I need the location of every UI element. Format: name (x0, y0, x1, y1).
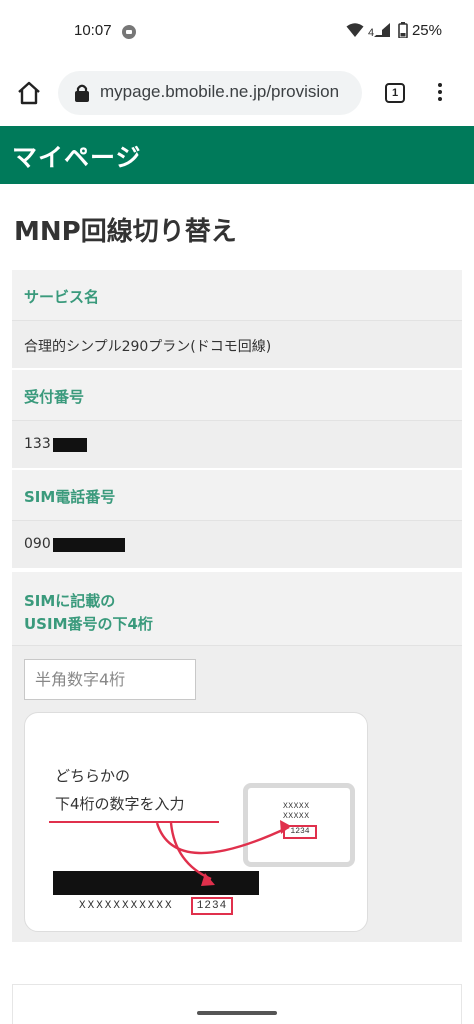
sim-phone-label-row: SIM電話番号 (12, 470, 462, 520)
sim-phone-value: 090 (24, 536, 51, 552)
status-bar: 10:07 4 25% (0, 0, 474, 62)
tab-switcher-button[interactable]: 1 (385, 83, 405, 103)
reception-number-label-row: 受付番号 (12, 370, 462, 420)
service-name-value: 合理的シンプル290プラン(ドコモ回線) (24, 339, 272, 355)
sim-phone-value-row: 090 (12, 520, 462, 568)
reception-number-label: 受付番号 (24, 388, 85, 406)
lock-icon (75, 84, 89, 102)
url-bar[interactable]: mypage.bmobile.ne.jp/provision (58, 71, 362, 115)
line-app-icon (122, 25, 136, 39)
next-section (12, 984, 462, 1024)
signal-icon: 4 (368, 23, 390, 38)
usim-last4-input[interactable] (24, 659, 196, 700)
page-title: MNP回線切り替え (14, 217, 237, 247)
usim-label-line2: USIM番号の下4桁 (24, 615, 153, 633)
usim-label-line1: SIMに記載の (24, 592, 116, 610)
reception-number-value: 133 (24, 436, 51, 452)
usim-label-row: SIMに記載の USIM番号の下4桁 (12, 572, 462, 645)
menu-icon[interactable] (435, 80, 445, 106)
status-icons: 4 25% (346, 20, 442, 40)
wifi-icon (346, 23, 364, 37)
redaction-block (53, 438, 87, 452)
svg-text:4: 4 (368, 27, 374, 38)
usim-guide-image: どちらかの 下4桁の数字を入力 XXXXX XXXXX 1234 XXXXXXX… (24, 712, 368, 932)
site-header: マイページ (0, 126, 474, 184)
redaction-block (53, 538, 125, 552)
sim-phone-label: SIM電話番号 (24, 488, 116, 506)
url-text: mypage.bmobile.ne.jp/provision (100, 82, 340, 101)
status-time: 10:07 (74, 22, 112, 39)
usim-input-area: どちらかの 下4桁の数字を入力 XXXXX XXXXX 1234 XXXXXXX… (12, 645, 462, 942)
reception-number-value-row: 133 (12, 420, 462, 468)
service-name-label: サービス名 (24, 288, 100, 306)
browser-toolbar: mypage.bmobile.ne.jp/provision 1 (0, 62, 474, 124)
gesture-bar (197, 1011, 277, 1015)
site-header-title[interactable]: マイページ (12, 138, 142, 174)
home-icon[interactable] (16, 81, 42, 105)
service-name-label-row: サービス名 (12, 270, 462, 320)
guide-arrows (155, 820, 291, 886)
battery-percent: 25% (411, 21, 442, 39)
service-name-value-row: 合理的シンプル290プラン(ドコモ回線) (12, 320, 462, 368)
battery-icon (398, 22, 408, 38)
